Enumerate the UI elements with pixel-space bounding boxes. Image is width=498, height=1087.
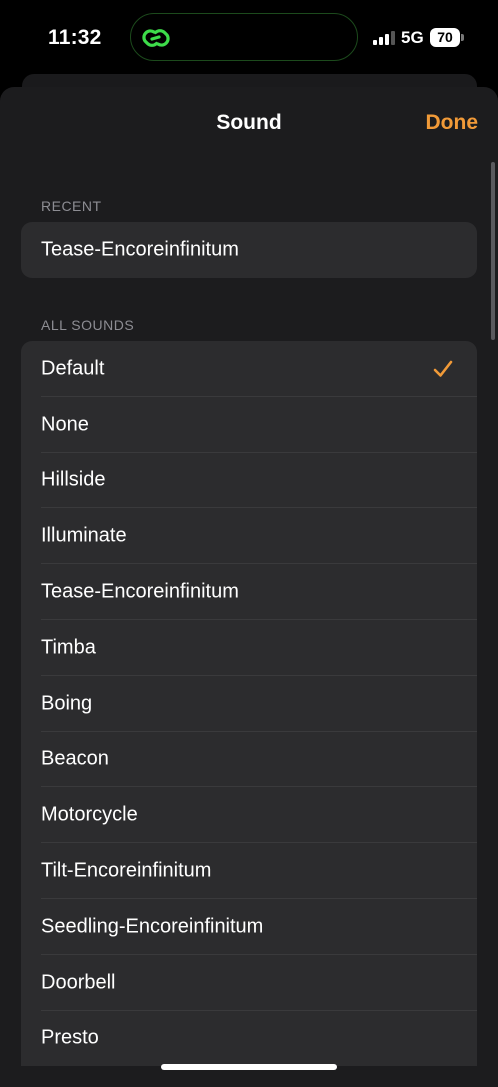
status-bar: 11:32 5G 70 — [0, 0, 498, 76]
list-item[interactable]: Seedling-Encoreinfinitum — [21, 899, 477, 955]
sound-picker-sheet: Sound Done RECENT Tease-Encoreinfinitum … — [0, 87, 498, 1087]
list-item[interactable]: Illuminate — [21, 508, 477, 565]
list-item[interactable]: Doorbell — [21, 955, 477, 1011]
sound-label: Tease-Encoreinfinitum — [41, 238, 239, 261]
section-header-recent: RECENT — [41, 198, 102, 214]
sound-label: Tease-Encoreinfinitum — [41, 580, 239, 603]
link-icon — [142, 29, 170, 47]
sound-label: Default — [41, 357, 105, 380]
section-header-all-sounds: ALL SOUNDS — [41, 317, 135, 333]
list-item[interactable]: Motorcycle — [21, 787, 477, 844]
list-item[interactable]: None — [21, 397, 477, 453]
sound-label: Doorbell — [41, 971, 116, 994]
checkmark-icon — [433, 360, 453, 377]
sound-label: Presto — [41, 1026, 99, 1049]
sound-label: Hillside — [41, 468, 106, 491]
list-item[interactable]: Default — [21, 341, 477, 397]
dynamic-island[interactable] — [130, 13, 358, 61]
done-button[interactable]: Done — [426, 111, 479, 135]
sound-label: Illuminate — [41, 524, 127, 547]
battery-cap — [461, 34, 464, 41]
sound-label: Timba — [41, 636, 96, 659]
sound-label: Beacon — [41, 747, 109, 770]
list-item[interactable]: Presto — [21, 1011, 477, 1067]
sound-label: Boing — [41, 692, 93, 715]
sound-label: Seedling-Encoreinfinitum — [41, 915, 264, 938]
sound-label: Tilt-Encoreinfinitum — [41, 859, 212, 882]
page-title: Sound — [216, 111, 282, 134]
home-indicator[interactable] — [161, 1064, 337, 1070]
status-time: 11:32 — [48, 26, 102, 49]
list-item[interactable]: Timba — [21, 620, 477, 676]
list-item[interactable]: Tease-Encoreinfinitum — [21, 564, 477, 620]
cellular-signal-icon — [373, 31, 395, 45]
list-item[interactable]: Hillside — [21, 453, 477, 509]
recent-list: Tease-Encoreinfinitum — [21, 222, 477, 278]
list-item[interactable]: Tease-Encoreinfinitum — [21, 222, 477, 278]
network-type: 5G — [401, 28, 424, 47]
list-item[interactable]: Boing — [21, 676, 477, 732]
battery-icon: 70 — [430, 28, 464, 47]
all-sounds-list: Default None Hillside Illuminate Tease-Encor… — [21, 341, 477, 1067]
sound-label: None — [41, 413, 89, 436]
scroll-indicator[interactable] — [491, 162, 495, 340]
list-item[interactable]: Tilt-Encoreinfinitum — [21, 843, 477, 899]
sound-label: Motorcycle — [41, 803, 138, 826]
list-item[interactable]: Beacon — [21, 732, 477, 788]
battery-level: 70 — [430, 28, 460, 47]
